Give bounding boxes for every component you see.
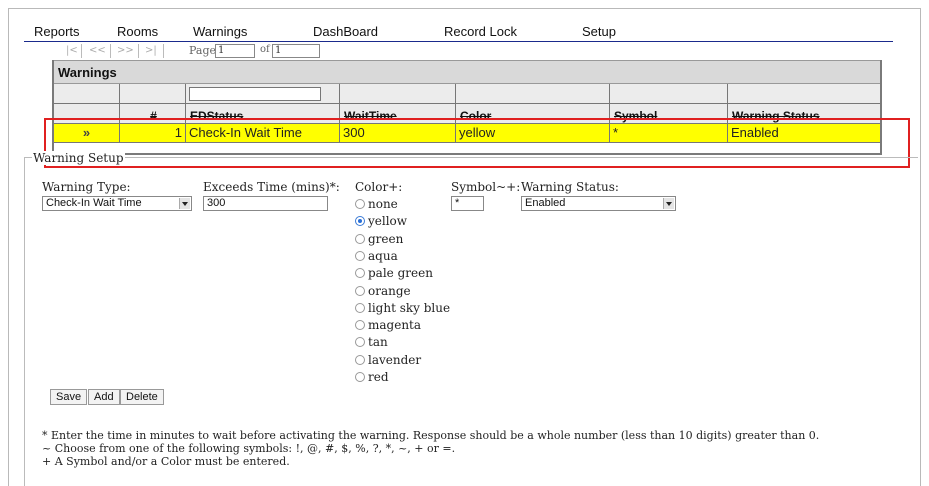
save-button[interactable]: Save (50, 389, 88, 405)
radio-button[interactable] (355, 199, 365, 209)
pager-first-button[interactable]: |< (66, 45, 78, 56)
grid-title: Warnings (54, 60, 880, 84)
color-option[interactable]: aqua (355, 249, 398, 265)
page-label: Page (189, 44, 217, 57)
pager-separator (138, 44, 139, 58)
radio-button[interactable] (355, 302, 365, 313)
color-option[interactable]: light sky blue (355, 301, 450, 317)
edstatus-filter-input[interactable] (189, 87, 321, 101)
radio-button[interactable] (355, 354, 365, 365)
color-option-label: lavender (368, 352, 422, 367)
radio-button[interactable] (355, 268, 365, 279)
filter-cell (186, 84, 340, 103)
color-option-label: orange (368, 283, 411, 298)
warning-status-label: Warning Status: (521, 180, 619, 194)
exceeds-time-label: Exceeds Time (mins)*: (203, 180, 340, 194)
note-time: * Enter the time in minutes to wait befo… (42, 429, 820, 442)
radio-button[interactable] (355, 285, 365, 296)
pager-next-button[interactable]: >> (117, 45, 134, 56)
add-button[interactable]: Add (88, 389, 120, 405)
symbol-input[interactable]: * (451, 196, 484, 211)
menu-setup[interactable]: Setup (582, 24, 616, 39)
color-option-label: none (368, 197, 398, 211)
warning-setup-legend: Warning Setup (32, 151, 125, 165)
symbol-label: Symbol~+: (451, 180, 521, 194)
warning-type-select[interactable]: Check-In Wait Time (42, 196, 192, 211)
menu-rooms[interactable]: Rooms (117, 24, 158, 39)
menu-warnings[interactable]: Warnings (193, 24, 247, 39)
radio-button[interactable] (355, 233, 365, 244)
page-input[interactable]: 1 (215, 44, 255, 58)
color-option[interactable]: lavender (355, 353, 421, 369)
color-option-label: light sky blue (368, 300, 451, 315)
delete-button[interactable]: Delete (120, 389, 164, 405)
radio-button[interactable] (355, 250, 365, 261)
filter-cell (610, 84, 728, 103)
color-option[interactable]: magenta (355, 318, 421, 334)
color-option[interactable]: none (355, 197, 398, 213)
color-option[interactable]: orange (355, 284, 411, 300)
radio-button[interactable] (355, 337, 365, 348)
pager-separator (110, 44, 111, 58)
warning-status-value: Enabled (525, 197, 566, 209)
menu-reports[interactable]: Reports (34, 24, 80, 39)
chevron-down-icon (663, 198, 674, 209)
radio-button[interactable] (355, 216, 365, 227)
filter-cell (456, 84, 610, 103)
color-label: Color+: (355, 180, 403, 194)
pager-prev-button[interactable]: << (89, 45, 106, 56)
color-option-label: magenta (368, 318, 422, 333)
top-menu: Reports Rooms Warnings DashBoard Record … (24, 20, 893, 42)
menu-record-lock[interactable]: Record Lock (444, 24, 517, 39)
pager-last-button[interactable]: >| (145, 45, 157, 56)
filter-cell (728, 84, 882, 103)
color-option[interactable]: yellow (355, 214, 407, 230)
exceeds-time-input[interactable]: 300 (203, 196, 328, 211)
filter-row (54, 84, 880, 104)
filter-cell (340, 84, 456, 103)
radio-button[interactable] (355, 372, 365, 382)
color-option[interactable]: red (355, 370, 389, 386)
warning-type-label: Warning Type: (42, 180, 131, 194)
filter-cell (54, 84, 120, 103)
page-count-field: 1 (272, 44, 320, 58)
page-of-label: of (260, 44, 270, 55)
color-option[interactable]: pale green (355, 266, 433, 282)
menu-dashboard[interactable]: DashBoard (313, 24, 378, 39)
color-option-label: yellow (368, 214, 408, 229)
color-option[interactable]: tan (355, 335, 388, 351)
pager-separator (81, 44, 82, 58)
pager-separator (163, 44, 164, 58)
color-option[interactable]: green (355, 232, 403, 248)
warning-status-select[interactable]: Enabled (521, 196, 676, 211)
note-symbols: ~ Choose from one of the following symbo… (42, 442, 456, 455)
color-option-label: green (368, 231, 404, 246)
radio-button[interactable] (355, 320, 365, 331)
color-option-label: aqua (368, 248, 398, 263)
color-option-label: red (368, 370, 389, 384)
filter-cell (120, 84, 186, 103)
warning-type-value: Check-In Wait Time (46, 197, 142, 209)
note-required: + A Symbol and/or a Color must be entere… (42, 455, 290, 468)
chevron-down-icon (179, 198, 190, 209)
color-option-label: pale green (368, 266, 433, 281)
color-option-label: tan (368, 335, 388, 350)
